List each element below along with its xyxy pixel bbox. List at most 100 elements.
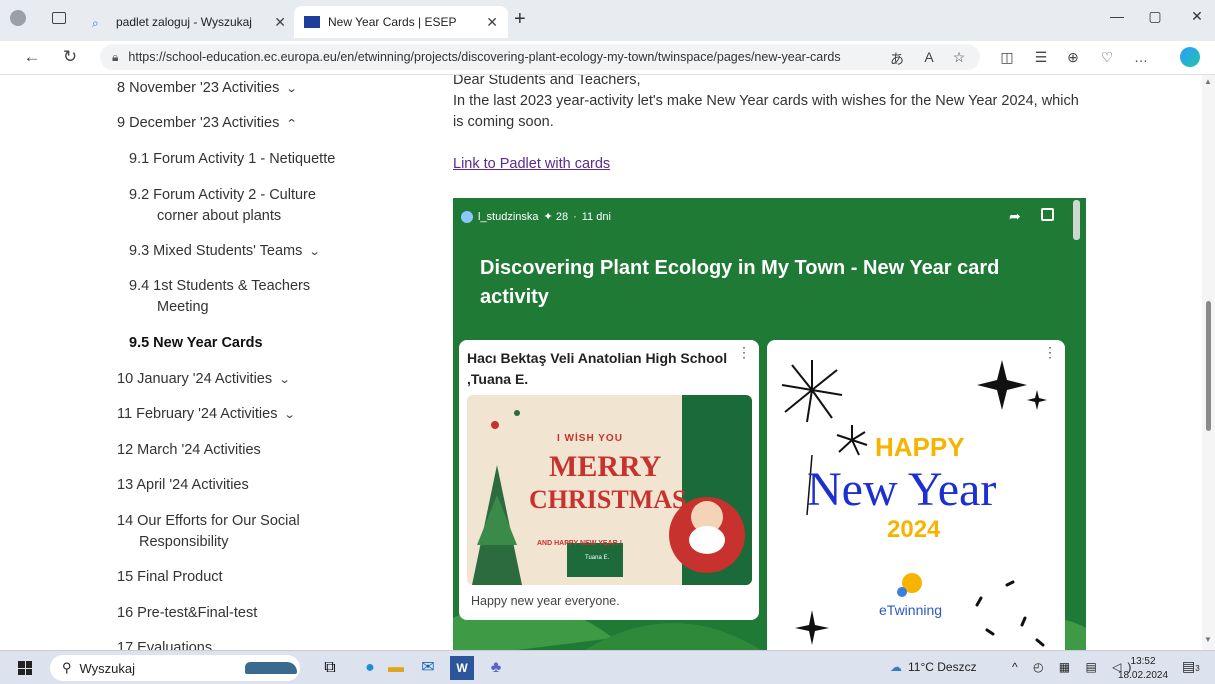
chevron-down-icon[interactable]: ⌄ [309,242,321,263]
weather-widget[interactable]: ☁ 11°C Deszcz [890,660,977,674]
close-window-icon[interactable]: ✕ [1182,8,1212,25]
scroll-thumb[interactable] [1206,301,1211,431]
padlet-card[interactable]: ⋮ HAPPY New Year 2024 eTwinning [767,340,1065,650]
sidebar-item-label: Responsibility [139,534,229,550]
back-icon[interactable]: ← [20,47,44,67]
padlet-title: Discovering Plant Ecology in My Town - N… [480,257,1000,308]
task-view-icon[interactable]: ⧉ [318,656,342,680]
health-icon[interactable]: ♡ [1096,49,1118,66]
weather-text: 11°C Deszcz [908,660,977,674]
sidebar-item-march[interactable]: 12 March '24 Activities [117,440,261,461]
taskbar-search[interactable]: ⚲ Wyszukaj [50,655,300,681]
sidebar-item-label: 10 January '24 Activities [117,371,273,387]
card-text: Happy new year everyone. [471,594,620,608]
open-external-icon[interactable] [1041,208,1054,221]
refresh-icon[interactable]: ↻ [58,47,82,67]
padlet-card[interactable]: Hacı Bektaş Veli Anatolian High School ,… [459,340,759,620]
new-year-text: New Year [807,463,997,516]
teams-icon[interactable]: ♣ [484,656,508,680]
christmas-card-image[interactable]: I WİSH YOU MERRY CHRISTMAS AND HAPPY NEW… [467,395,752,585]
collections-icon[interactable]: ⊕ [1062,49,1084,66]
happy-text: HAPPY [875,432,965,462]
padlet-embed[interactable]: l_studzinska ✦ 28 · 11 dni ➦ Discovering… [453,198,1086,650]
lock-icon: 🔒︎ [112,49,119,64]
split-screen-icon[interactable]: ◫ [996,49,1018,66]
sidebar-item-january[interactable]: 10 January '24 Activities ⌄ [117,369,291,391]
author-avatar [461,210,473,223]
more-icon[interactable]: … [1130,49,1152,65]
restore-icon[interactable]: ▢ [1140,8,1170,25]
sidebar-item-label: 9.2 Forum Activity 2 - Culture [129,187,316,203]
share-icon[interactable]: ➦ [1009,208,1021,225]
sidebar-item-label: 9.3 Mixed Students' Teams [129,243,303,259]
date-text: 18.02.2024 [1118,670,1169,681]
merry-text: MERRY [549,450,662,483]
sidebar-item-forum-1[interactable]: 9.1 Forum Activity 1 - Netiquette [129,149,335,170]
scroll-down-icon[interactable]: ▼ [1204,635,1212,644]
sidebar-item-label: 15 Final Product [117,569,223,585]
page-content: 8 November '23 Activities ⌄ 9 December '2… [0,75,1215,650]
edge-icon[interactable]: ● [358,656,382,680]
sidebar-item-november[interactable]: 8 November '23 Activities ⌄ [117,78,298,100]
chevron-up-icon[interactable]: ⌃ [286,114,298,135]
browser-tab-bar: ⌕ padlet zaloguj - Wyszukaj ✕ New Year C… [0,0,1215,41]
notifications-icon[interactable]: ▤3 [1182,658,1200,675]
minimize-icon[interactable]: — [1102,8,1132,24]
close-tab-icon[interactable]: ✕ [486,14,498,31]
file-explorer-icon[interactable]: ▬ [384,656,408,680]
tab-new-year-cards[interactable]: New Year Cards | ESEP ✕ [294,6,508,38]
sidebar-item-forum-2[interactable]: 9.2 Forum Activity 2 - Culture corner abo… [129,185,339,227]
tab-padlet-search[interactable]: ⌕ padlet zaloguj - Wyszukaj ✕ [82,6,296,38]
clock[interactable]: 13:52 18.02.2024 [1118,655,1168,683]
sidebar-item-mixed-teams[interactable]: 9.3 Mixed Students' Teams ⌄ [129,241,321,263]
sidebar-item-label: 8 November '23 Activities [117,80,280,96]
chevron-down-icon[interactable]: ⌄ [279,370,291,391]
sidebar-item-december[interactable]: 9 December '23 Activities ⌃ [117,113,298,135]
favorites-icon[interactable]: ☰ [1030,49,1052,66]
profile-icon[interactable] [10,10,26,26]
sidebar-item-label: corner about plants [157,208,282,224]
close-tab-icon[interactable]: ✕ [274,14,286,31]
etwinning-logo: eTwinning [879,602,943,618]
scroll-up-icon[interactable]: ▲ [1204,77,1212,86]
christmas-text: CHRISTMAS [529,485,687,514]
tab-actions-icon[interactable] [52,12,66,24]
sidebar-item-label: 9.1 Forum Activity 1 - Netiquette [129,151,336,167]
sidebar-item-label: 14 Our Efforts for Our Social [117,513,300,529]
wish-text: I WİSH YOU [557,433,623,444]
sidebar-item-meeting[interactable]: 9.4 1st Students & Teachers Meeting [129,276,339,318]
sidebar-item-february[interactable]: 11 February '24 Activities ⌄ [117,404,296,426]
greeting-text: Dear Students and Teachers, [453,75,641,88]
time-text: 13:52 [1130,656,1156,667]
windows-taskbar: ⚲ Wyszukaj ⧉ ● ▬ ✉ W ♣ ☁ 11°C Deszcz ^ ◴ … [0,650,1215,684]
sidebar-item-efforts[interactable]: 14 Our Efforts for Our Social Responsibil… [117,511,337,553]
mail-icon[interactable]: ✉ [416,656,440,680]
sidebar-item-evaluations[interactable]: 17 Evaluations [117,638,212,650]
card-menu-icon[interactable]: ⋮ [737,344,751,361]
tab-title: padlet zaloguj - Wyszukaj [116,15,252,29]
padlet-scrollbar[interactable] [1073,200,1080,240]
sidebar-item-tests[interactable]: 16 Pre-test&Final-test [117,603,257,624]
url-text: https://school-education.ec.europa.eu/en… [128,50,841,64]
notification-count: 3 [1195,664,1200,673]
start-icon[interactable] [18,661,32,675]
author-tag-text: Tuana E. [585,555,610,561]
sidebar-item-final-product[interactable]: 15 Final Product [117,567,223,588]
translate-icon[interactable]: あ [886,49,908,69]
sidebar-item-april[interactable]: 13 April '24 Activities [117,475,249,496]
whale-decoration [245,662,297,674]
chevron-down-icon[interactable]: ⌄ [286,79,298,100]
favorite-icon[interactable]: ☆ [948,49,970,66]
url-field[interactable]: 🔒︎ https://school-education.ec.europa.eu… [100,44,980,70]
padlet-link[interactable]: Link to Padlet with cards [453,156,610,172]
eu-flag-icon [304,16,320,28]
read-aloud-icon[interactable]: A [918,49,940,65]
word-icon[interactable]: W [450,656,474,680]
page-scrollbar[interactable]: ▲ ▼ [1202,75,1215,650]
author-name[interactable]: l_studzinska [478,211,539,223]
chevron-down-icon[interactable]: ⌄ [284,405,296,426]
sidebar-item-label: 13 April '24 Activities [117,477,249,493]
copilot-icon[interactable] [1180,47,1200,67]
sidebar-item-new-year-cards[interactable]: 9.5 New Year Cards [129,333,263,354]
new-tab-button[interactable]: + [514,8,526,31]
